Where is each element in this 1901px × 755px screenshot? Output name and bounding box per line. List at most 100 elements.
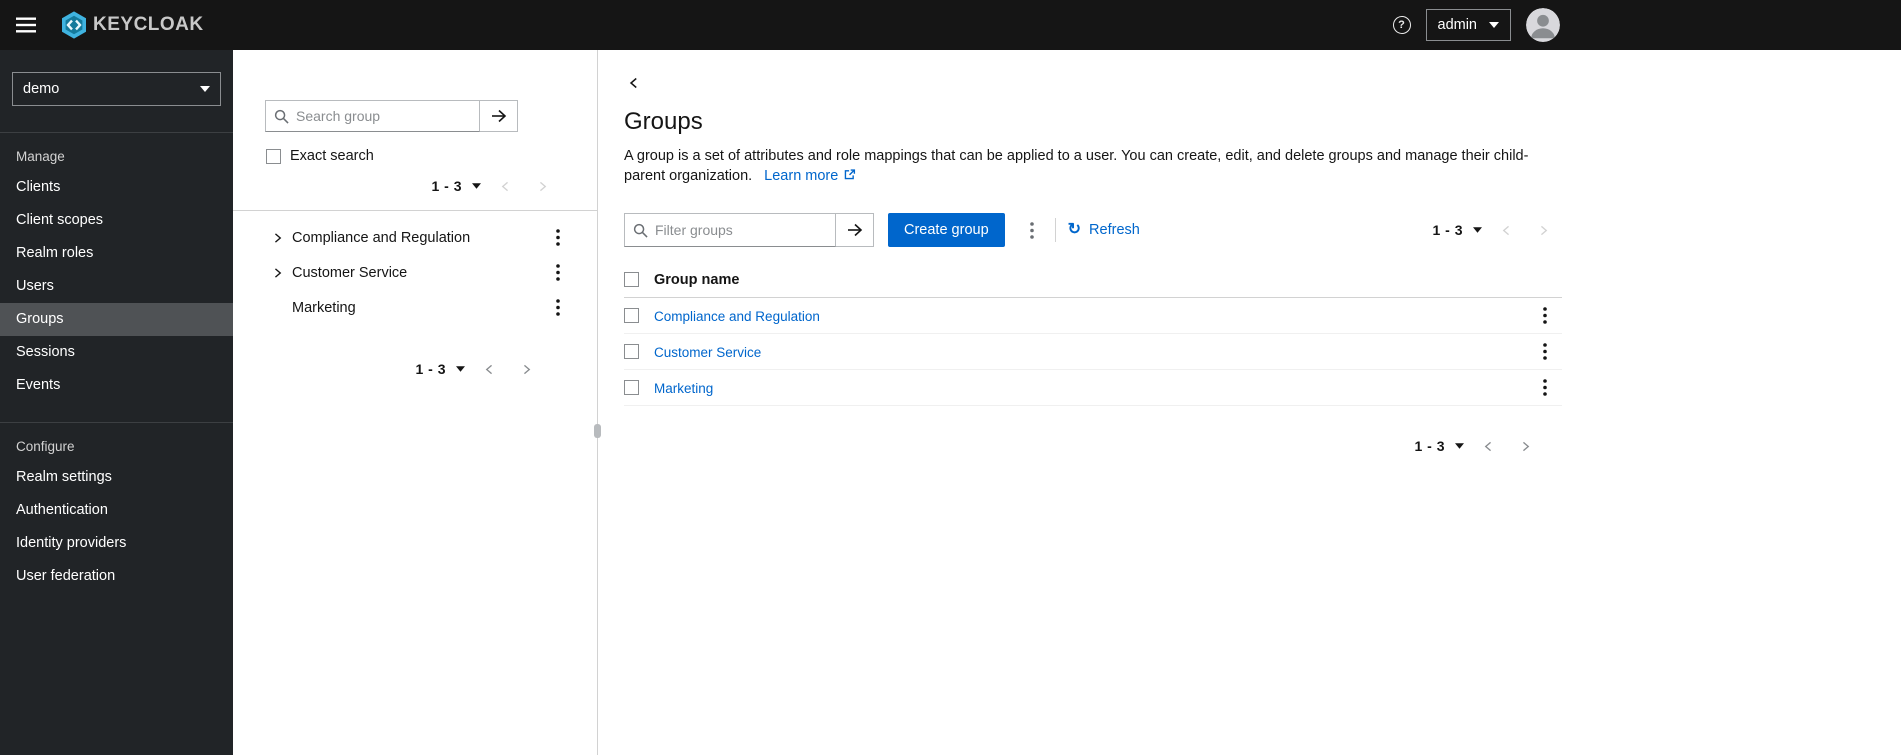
tree-item-label[interactable]: Customer Service [292,265,547,281]
filter-groups-submit-button[interactable] [836,213,874,247]
exact-search-checkbox[interactable] [266,148,281,164]
search-icon [633,223,648,238]
table-pagination-prev-button[interactable] [1488,218,1525,243]
select-all-checkbox[interactable] [624,272,639,287]
tree-pagination-next-button[interactable] [524,174,561,199]
configure-nav-list: Realm settings Authentication Identity p… [0,461,233,593]
table-pagination-top: 1 - 3 [1426,212,1562,248]
realm-selector-section: demo [0,50,233,133]
sidebar-item-clients[interactable]: Clients [0,171,233,204]
group-search-input[interactable] [296,101,479,131]
sidebar-item-client-scopes[interactable]: Client scopes [0,204,233,237]
sidebar-item-events[interactable]: Events [0,369,233,402]
realm-selector-dropdown[interactable]: demo [12,72,221,106]
tree-pagination-menu-button[interactable]: 1 - 3 [409,357,471,381]
hamburger-icon [16,17,36,33]
table-pagination-prev-button[interactable] [1470,434,1507,459]
sidebar-item-authentication[interactable]: Authentication [0,494,233,527]
collapse-panel-button[interactable] [624,74,644,92]
sidebar-item-realm-settings[interactable]: Realm settings [0,461,233,494]
tree-expand-toggle[interactable] [265,226,289,250]
external-link-icon [845,169,856,180]
sidebar-item-identity-providers[interactable]: Identity providers [0,527,233,560]
refresh-label: Refresh [1089,222,1140,238]
nav-toggle-button[interactable] [0,0,52,50]
table-pagination-next-button[interactable] [1525,218,1562,243]
row-kebab-button[interactable] [1534,338,1556,365]
group-search-box [265,100,480,132]
sidebar-item-users[interactable]: Users [0,270,233,303]
table-pagination-menu-button[interactable]: 1 - 3 [1408,434,1470,458]
row-checkbox-cell [624,380,654,395]
avatar[interactable] [1526,8,1560,42]
sidebar-item-sessions[interactable]: Sessions [0,336,233,369]
keycloak-brand[interactable]: KEYCLOAK [58,9,204,41]
row-checkbox[interactable] [624,380,639,395]
tree-pagination-menu-button[interactable]: 1 - 3 [425,174,487,198]
refresh-button[interactable]: ↻ Refresh [1068,222,1140,239]
chevron-right-icon [274,267,281,278]
create-group-button[interactable]: Create group [888,213,1005,247]
table-pagination-next-button[interactable] [1507,434,1544,459]
user-menu-label: admin [1437,17,1478,33]
angle-right-icon [539,181,547,191]
help-button[interactable]: ? [1392,16,1411,34]
row-checkbox-cell [624,344,654,359]
panel-splitter[interactable] [594,50,601,755]
tree-pagination-bottom: 1 - 3 [233,351,545,387]
toolbar-divider [1054,218,1056,242]
sidebar-item-groups[interactable]: Groups [0,303,233,336]
kebab-icon [1543,379,1547,396]
group-link[interactable]: Marketing [654,381,713,396]
chevron-right-icon [274,232,281,243]
group-link[interactable]: Customer Service [654,345,761,360]
tree-pagination-prev-button[interactable] [471,357,508,382]
sidebar-item-realm-roles[interactable]: Realm roles [0,237,233,270]
row-checkbox-cell [624,308,654,323]
row-actions-cell [1518,302,1562,329]
page-title: Groups [624,108,703,135]
chevron-down-icon [1455,443,1464,449]
kebab-icon [556,264,560,281]
group-name-cell: Marketing [654,380,1518,396]
top-bar: KEYCLOAK ? admin [0,0,1901,50]
chevron-down-icon [472,183,481,189]
group-link[interactable]: Compliance and Regulation [654,309,820,324]
tree-item-kebab-button[interactable] [547,224,569,251]
chevron-down-icon [200,86,210,92]
nav-section-manage: Manage Clients Client scopes Realm roles… [0,133,233,402]
filter-groups-input[interactable] [655,214,835,246]
topbar-right-cluster: ? admin [1392,0,1560,50]
tree-item-label[interactable]: Compliance and Regulation [292,230,547,246]
arrow-right-icon [491,109,506,123]
row-checkbox[interactable] [624,308,639,323]
table-pagination-menu-button[interactable]: 1 - 3 [1426,218,1488,242]
tree-item-kebab-button[interactable] [547,259,569,286]
sidebar-item-user-federation[interactable]: User federation [0,560,233,593]
table-header-row: Group name [624,262,1562,298]
tree-expand-toggle[interactable] [265,261,289,285]
row-kebab-button[interactable] [1534,302,1556,329]
toolbar-kebab-button[interactable] [1021,217,1043,244]
nav-section-title-configure: Configure [16,439,75,454]
groups-toolbar: Create group ↻ Refresh 1 - 3 [624,212,1562,248]
user-menu-button[interactable]: admin [1425,9,1511,41]
brand-text: KEYCLOAK [93,14,204,35]
tree-pagination-next-button[interactable] [508,357,545,382]
main-content: Groups A group is a set of attributes an… [598,50,1901,755]
nav-section-title-manage: Manage [16,149,65,164]
tree-pagination-prev-button[interactable] [487,174,524,199]
learn-more-link[interactable]: Learn more [764,168,856,184]
group-search-submit-button[interactable] [480,100,518,132]
group-name-cell: Customer Service [654,344,1518,360]
tree-item-kebab-button[interactable] [547,294,569,321]
tree-item-label[interactable]: Marketing [292,300,547,316]
kebab-icon [1543,307,1547,324]
row-checkbox[interactable] [624,344,639,359]
sidebar: demo Manage Clients Client scopes Realm … [0,50,233,755]
tree-search-row [265,100,597,132]
keycloak-admin-console: KEYCLOAK ? admin demo Manage Clients Cli… [0,0,1901,755]
chevron-down-icon [1489,22,1499,28]
filter-groups [624,213,874,247]
row-kebab-button[interactable] [1534,374,1556,401]
